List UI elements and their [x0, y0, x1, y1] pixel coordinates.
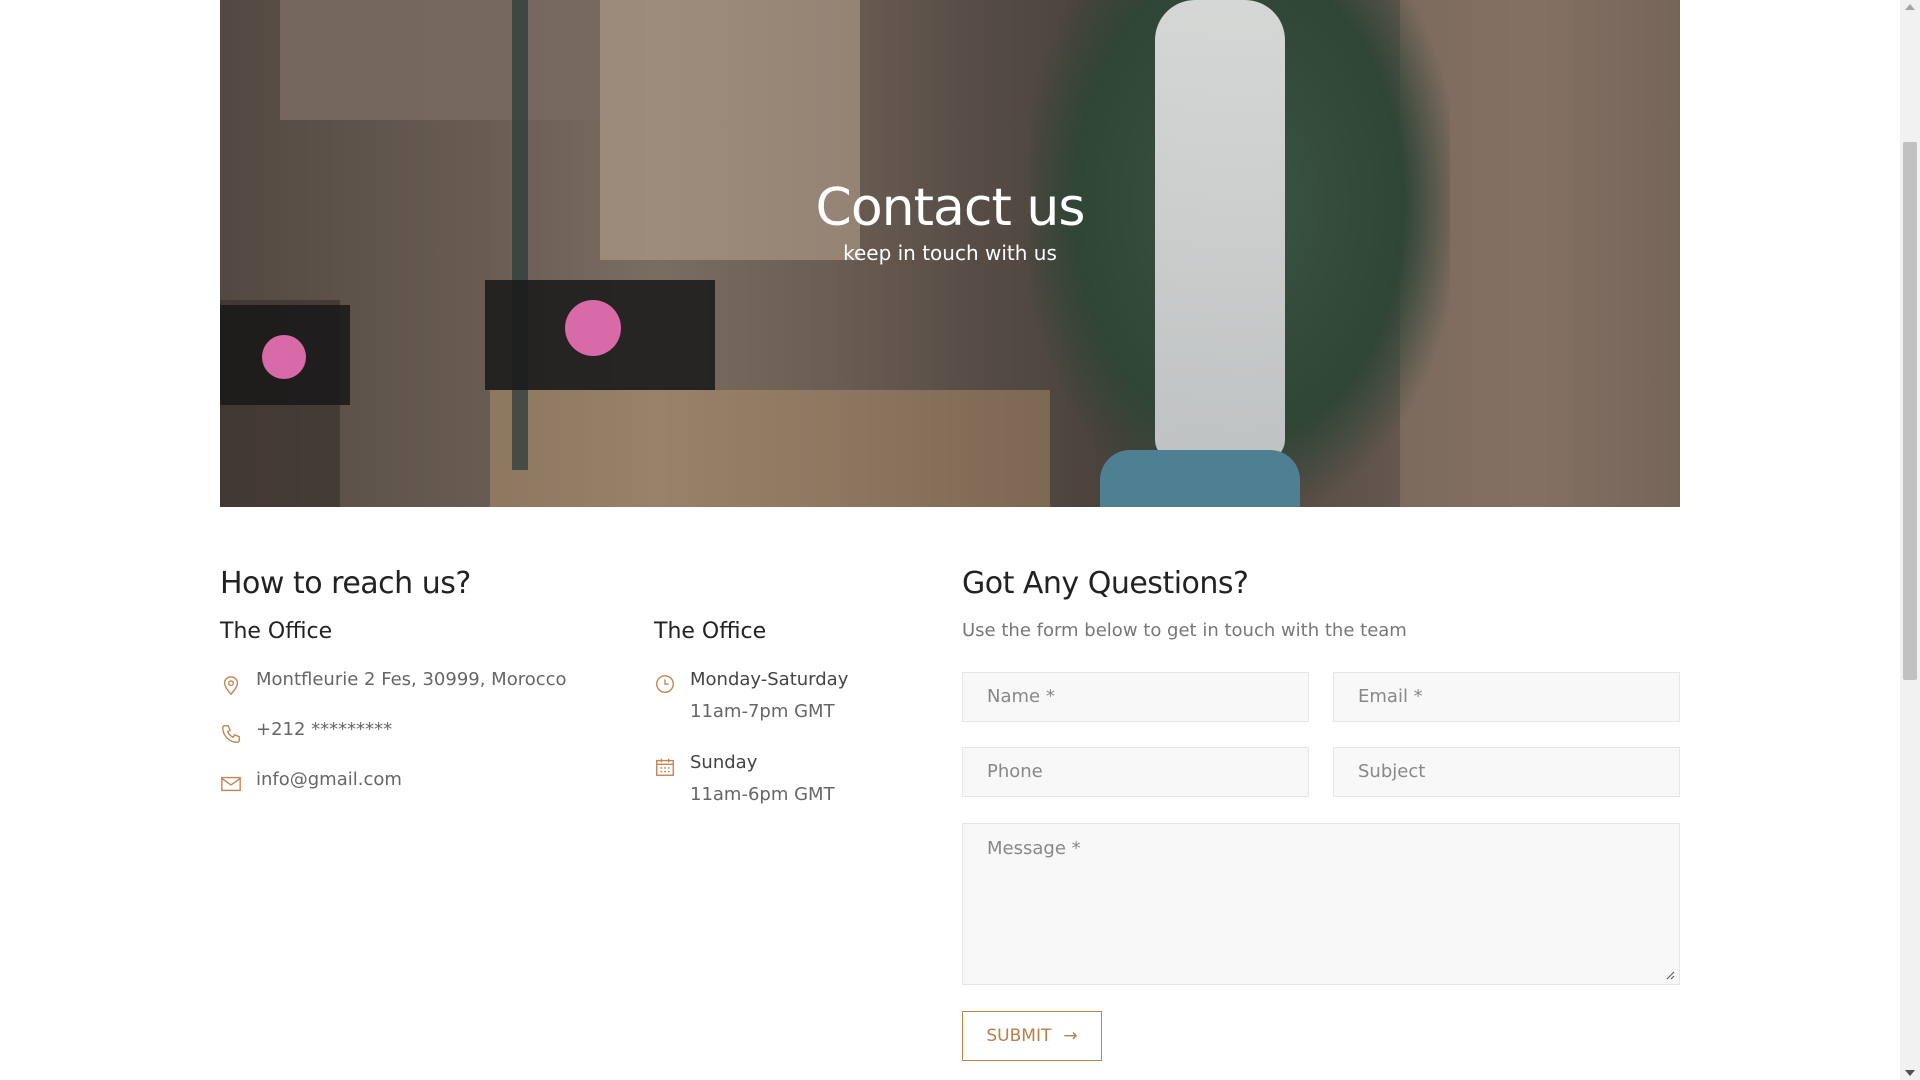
- weekday-hours: 11am-7pm GMT: [690, 701, 835, 722]
- calendar-icon: [656, 758, 674, 776]
- sunday-hours-row: Sunday 11am-6pm GMT: [654, 752, 835, 811]
- phone-row: +212 *********: [220, 719, 392, 746]
- phone-icon: [222, 725, 240, 743]
- hero-image-neon: [565, 300, 621, 356]
- address-row: Montfleurie 2 Fes, 30999, Morocco: [220, 669, 567, 697]
- resize-handle-icon[interactable]: [1665, 970, 1675, 980]
- hero-subtitle: keep in touch with us: [843, 241, 1057, 265]
- subject-input[interactable]: Subject: [1333, 747, 1680, 797]
- sunday-hours-text: Sunday 11am-6pm GMT: [690, 747, 835, 811]
- message-textarea[interactable]: Message *: [962, 823, 1680, 985]
- office-left-title: The Office: [220, 619, 333, 644]
- hero-image-jeans: [1100, 450, 1300, 507]
- sunday-hours: 11am-6pm GMT: [690, 784, 835, 805]
- mail-icon: [221, 776, 241, 792]
- name-input[interactable]: Name *: [962, 672, 1309, 722]
- form-description: Use the form below to get in touch with …: [962, 620, 1407, 641]
- address-text: Montfleurie 2 Fes, 30999, Morocco: [256, 669, 567, 690]
- clock-icon: [656, 675, 674, 693]
- office-right-title: The Office: [654, 619, 767, 644]
- email-input[interactable]: Email *: [1333, 672, 1680, 722]
- scroll-up-arrow-icon[interactable]: [1905, 4, 1915, 10]
- message-placeholder: Message *: [987, 838, 1081, 859]
- scroll-down-arrow-icon[interactable]: [1905, 1070, 1915, 1076]
- phone-input[interactable]: Phone: [962, 747, 1309, 797]
- hero-banner: Contact us keep in touch with us: [220, 0, 1680, 507]
- weekday-hours-row: Monday-Saturday 11am-7pm GMT: [654, 669, 848, 728]
- arrow-right-icon: →: [1063, 1026, 1078, 1046]
- weekday-hours-text: Monday-Saturday 11am-7pm GMT: [690, 664, 848, 728]
- phone-text[interactable]: +212 *********: [256, 714, 392, 746]
- submit-button[interactable]: SUBMIT →: [962, 1011, 1102, 1061]
- hero-title: Contact us: [815, 178, 1086, 238]
- scrollbar[interactable]: [1900, 0, 1920, 1080]
- email-row: info@gmail.com: [220, 769, 402, 796]
- scrollbar-thumb[interactable]: [1903, 142, 1917, 680]
- email-text[interactable]: info@gmail.com: [256, 764, 402, 796]
- reach-heading: How to reach us?: [220, 566, 471, 601]
- weekday-label: Monday-Saturday: [690, 669, 849, 690]
- hero-image-storefront: [490, 390, 1050, 507]
- hero-image-building: [280, 0, 610, 120]
- form-heading: Got Any Questions?: [962, 566, 1249, 601]
- hero-image-neon: [262, 335, 306, 379]
- sunday-label: Sunday: [690, 752, 758, 773]
- map-pin-icon: [223, 676, 239, 696]
- submit-label: SUBMIT: [986, 1026, 1052, 1046]
